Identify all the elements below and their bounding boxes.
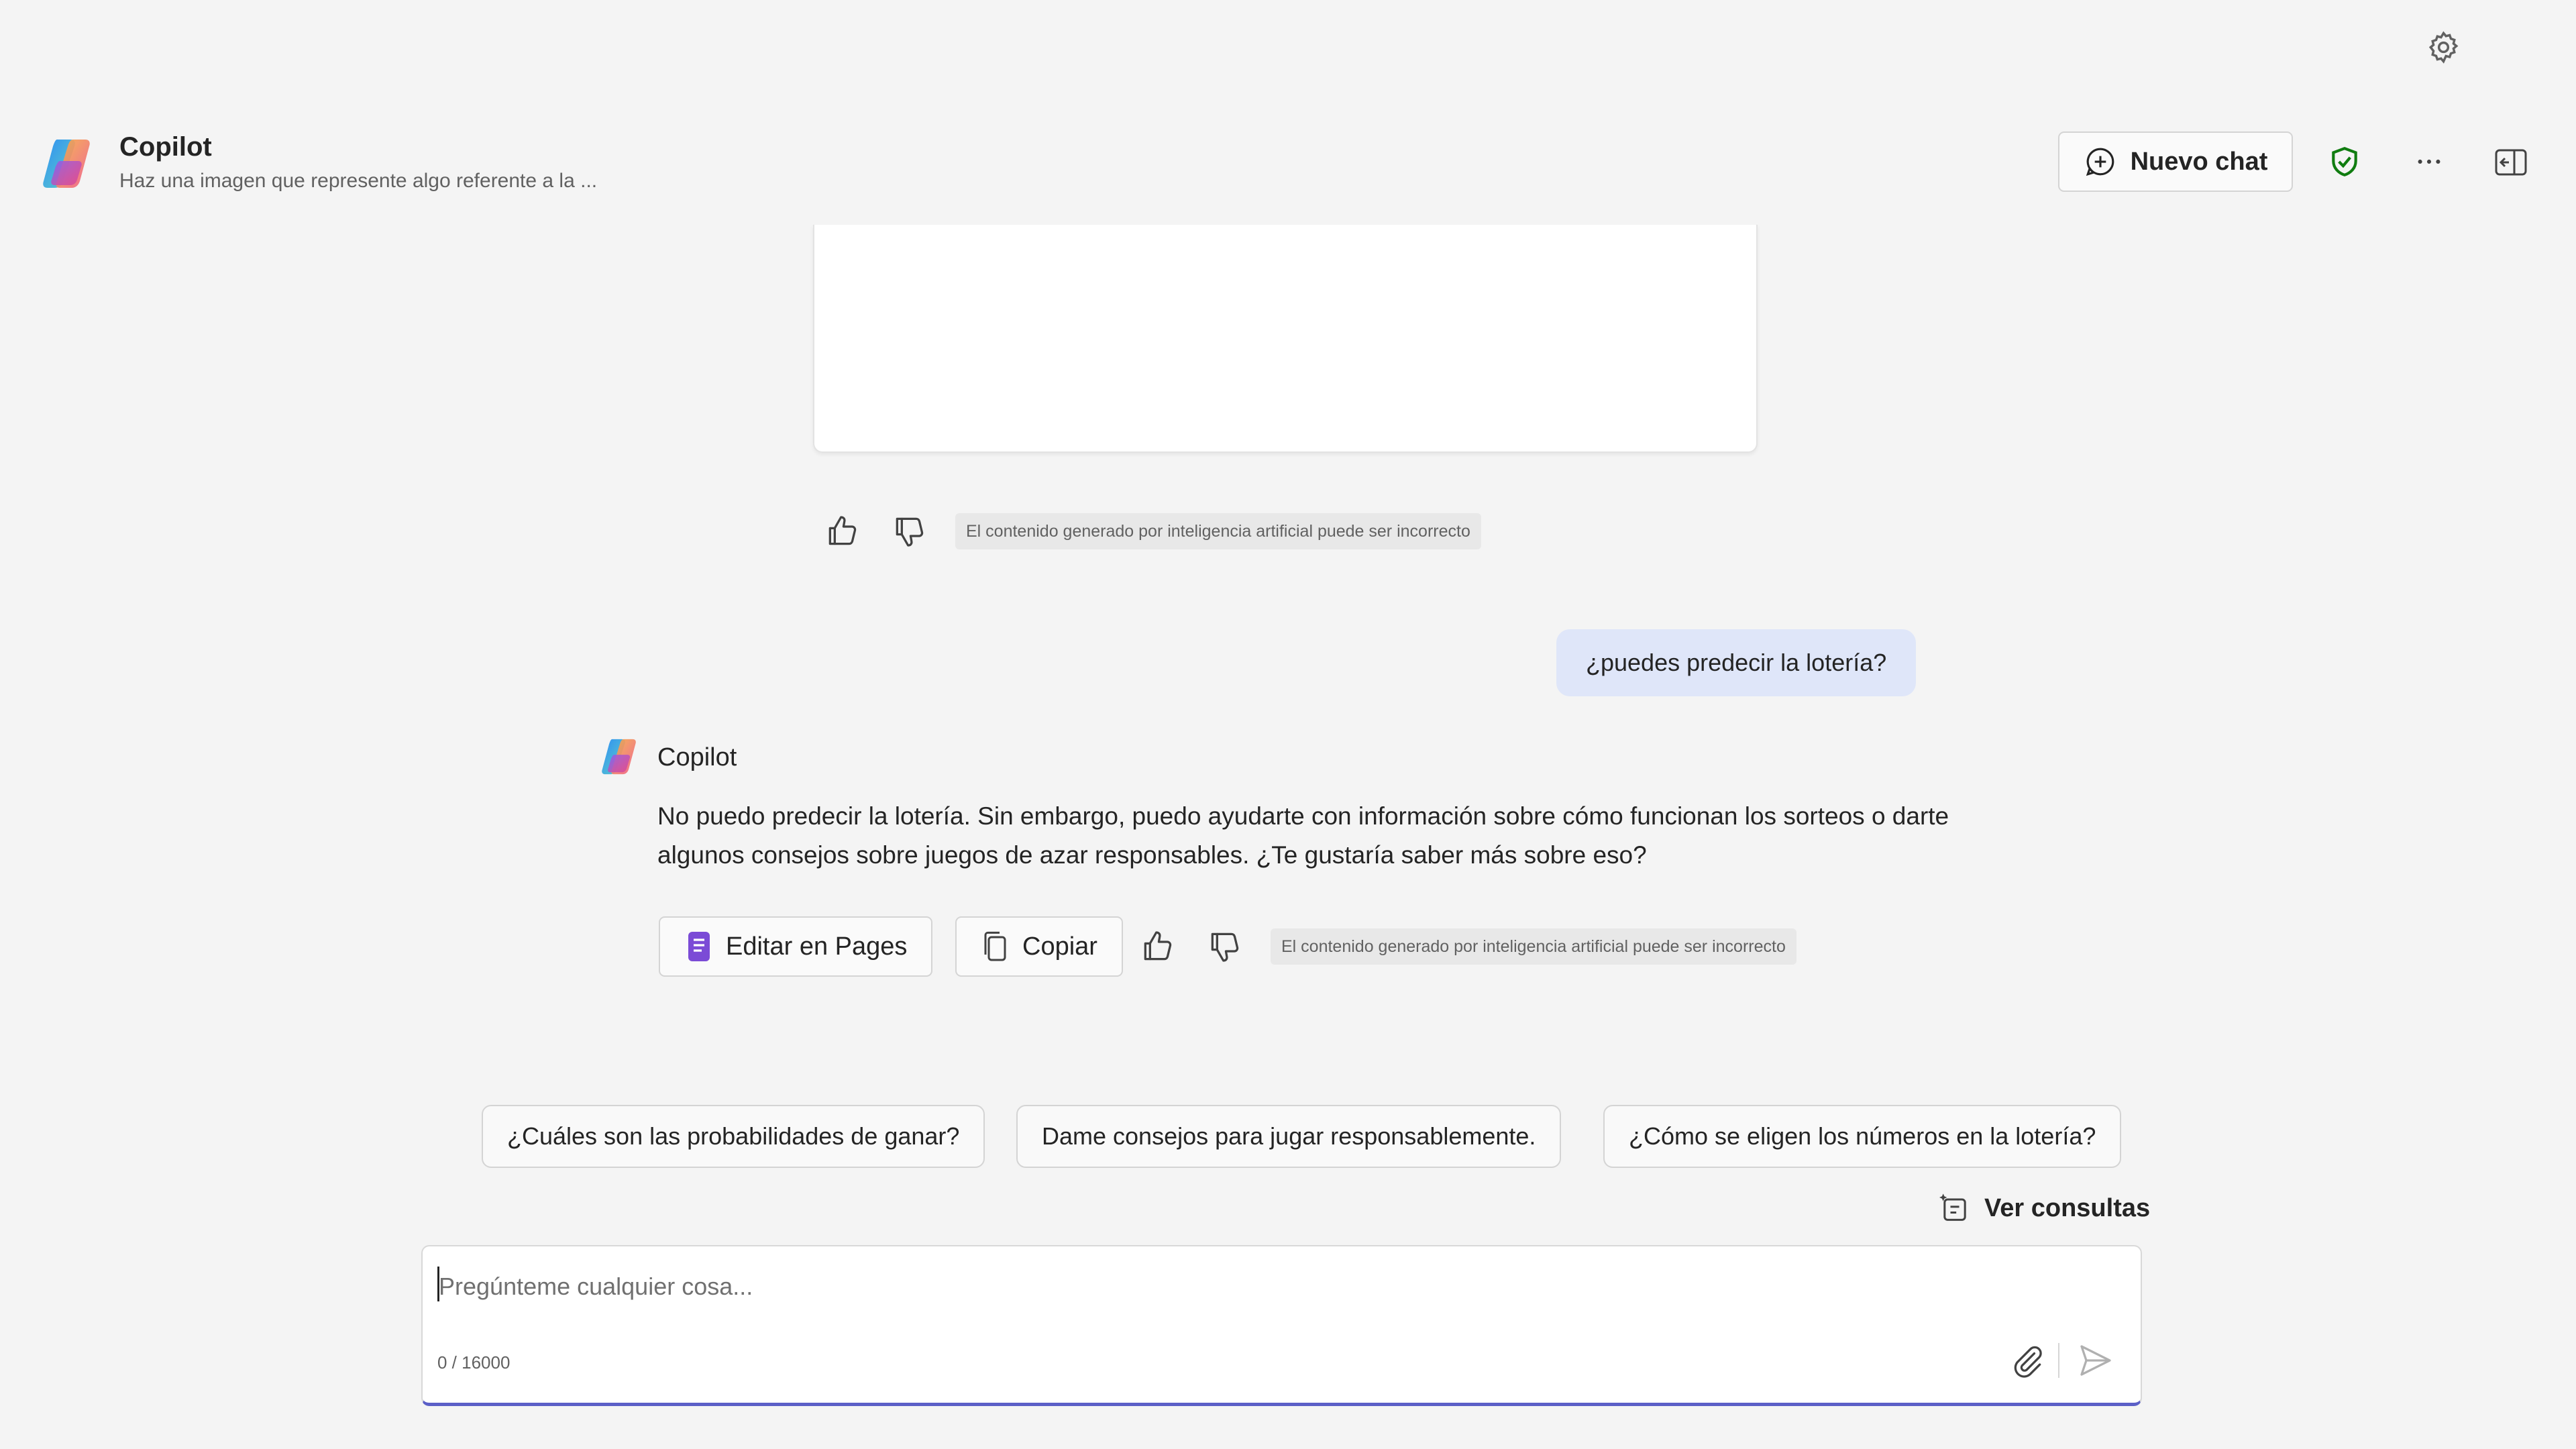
reply-text: No puedo predecir la lotería. Sin embarg…	[657, 802, 1949, 869]
more-icon[interactable]	[2414, 146, 2445, 177]
message-composer[interactable]: 0 / 16000	[421, 1245, 2142, 1406]
view-queries-label: Ver consultas	[1984, 1193, 2151, 1222]
generated-image-card	[813, 225, 1758, 453]
settings-icon[interactable]	[2425, 29, 2462, 66]
copy-icon	[981, 930, 1010, 963]
view-queries-icon	[1937, 1191, 1972, 1226]
reply-sender: Copilot	[657, 743, 737, 771]
new-chat-label: Nuevo chat	[2130, 147, 2268, 176]
suggestion-chip[interactable]: ¿Cuáles son las probabilidades de ganar?	[482, 1105, 985, 1168]
conversation-subtitle: Haz una imagen que represente algo refer…	[119, 170, 598, 192]
user-message-bubble: ¿puedes predecir la lotería?	[1556, 629, 1917, 696]
shield-check-icon[interactable]	[2328, 145, 2361, 178]
new-chat-button[interactable]: Nuevo chat	[2058, 131, 2293, 192]
app-title: Copilot	[119, 132, 212, 162]
text-caret	[437, 1267, 439, 1301]
thumbs-up-icon[interactable]	[1139, 928, 1177, 965]
copilot-logo	[38, 134, 97, 193]
thumbs-up-icon[interactable]	[824, 513, 861, 550]
edit-in-pages-button[interactable]: Editar en Pages	[659, 916, 933, 977]
thumbs-down-icon[interactable]	[891, 513, 928, 550]
copy-button[interactable]: Copiar	[955, 916, 1123, 977]
suggestion-chip[interactable]: Dame consejos para jugar responsablement…	[1016, 1105, 1562, 1168]
character-counter: 0 / 16000	[437, 1352, 511, 1373]
message-input[interactable]	[437, 1263, 1983, 1311]
attach-icon[interactable]	[2008, 1342, 2046, 1379]
side-panel-icon[interactable]	[2494, 148, 2528, 177]
composer-divider	[2058, 1343, 2059, 1378]
copilot-avatar	[598, 735, 641, 778]
edit-in-pages-label: Editar en Pages	[726, 932, 908, 961]
new-chat-icon	[2084, 145, 2117, 178]
thumbs-down-icon[interactable]	[1206, 928, 1244, 965]
view-queries-button[interactable]: Ver consultas	[1937, 1191, 2150, 1226]
send-icon[interactable]	[2077, 1342, 2114, 1379]
ai-disclaimer: El contenido generado por inteligencia a…	[1271, 928, 1796, 965]
copy-label: Copiar	[1022, 932, 1097, 961]
ai-disclaimer: El contenido generado por inteligencia a…	[955, 513, 1481, 549]
pages-icon	[684, 930, 714, 963]
suggestion-chip[interactable]: ¿Cómo se eligen los números en la loterí…	[1603, 1105, 2122, 1168]
